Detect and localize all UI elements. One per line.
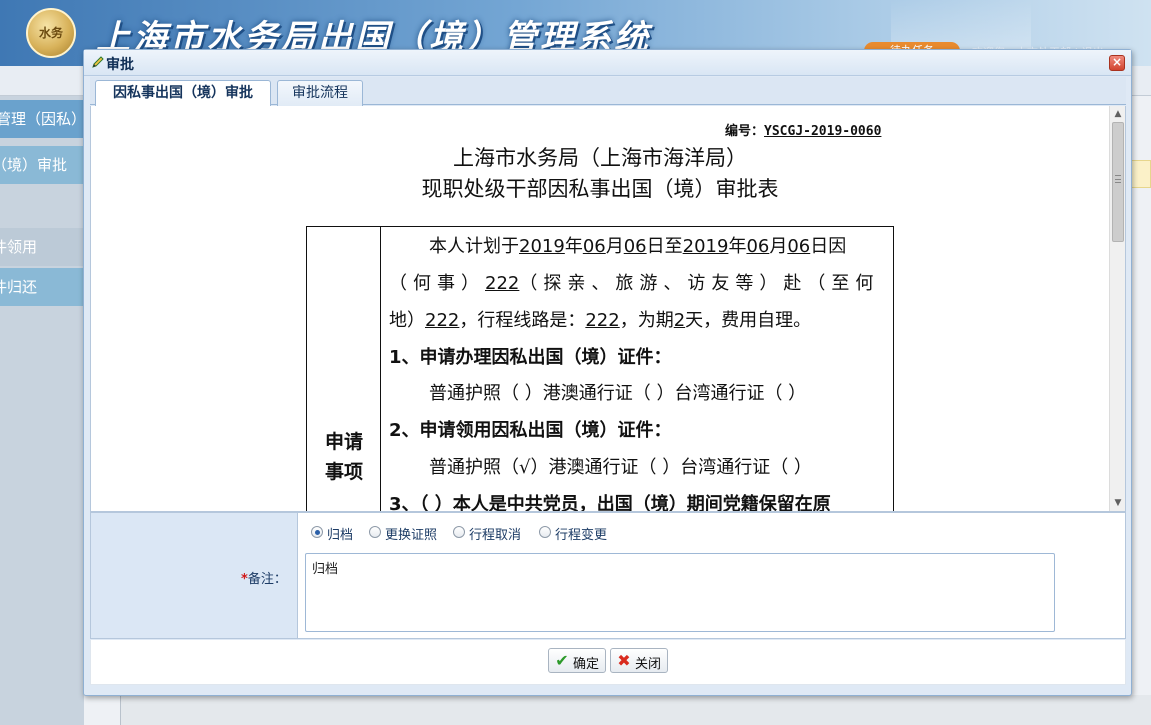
scroll-thumb[interactable] <box>1112 122 1124 242</box>
radio-trip-change[interactable]: 行程变更 <box>539 523 617 543</box>
radio-replace-certificate[interactable]: 更换证照 <box>369 523 447 543</box>
section-3-title: 3、（ ）本人是中共党员，出国（境）期间党籍保留在原 <box>389 494 831 512</box>
section-2-options: 普通护照（√）港澳通行证（ ）台湾通行证（ ） <box>429 457 812 478</box>
radio-label: 归档 <box>327 528 354 543</box>
text-fragment: 地） <box>389 310 425 331</box>
remark-label-text: 备注： <box>247 572 287 587</box>
close-button[interactable]: ✖ 关闭 <box>610 648 668 673</box>
text-fragment: ，行程线路是： <box>459 310 586 331</box>
document-title-org: 上海市水务局（上海市海洋局） <box>453 146 747 170</box>
sidebar-item-label: 件领用 <box>0 238 38 256</box>
text-fragment: 天，费用自理。 <box>685 310 812 331</box>
sidebar-item-certificate-return[interactable]: 件归还 <box>0 268 84 306</box>
radio-unchecked-icon[interactable] <box>453 526 465 538</box>
document-number-label: 编号： <box>725 124 765 139</box>
document-title-form: 现职处级干部因私事出国（境）审批表 <box>421 177 779 201</box>
remark-label: *备注： <box>241 568 287 587</box>
app-logo: 水务 <box>26 8 76 58</box>
application-table: 申请事项 本人计划于2019年06月06日至2019年06月06日因 （何事）2… <box>306 226 894 512</box>
radio-unchecked-icon[interactable] <box>539 526 551 538</box>
checkmark-icon: ✔ <box>555 651 569 670</box>
sidebar-item-approval[interactable]: （境）审批 <box>0 146 84 184</box>
close-button-label: 关闭 <box>635 657 662 672</box>
sidebar-item-label: 管理（因私） <box>0 110 84 128</box>
row-label-application-items: 申请事项 <box>324 431 363 483</box>
end-day: 06 <box>787 236 811 257</box>
trip-route: 222 <box>585 310 620 331</box>
section-2-title: 2、申请领用因私出国（境）证件： <box>389 420 672 441</box>
text-fragment: 年 <box>728 236 747 257</box>
start-year: 2019 <box>519 236 565 257</box>
tab-bar: 因私事出国（境）审批 审批流程 <box>90 77 1126 107</box>
dialog-title: 审批 <box>106 57 134 73</box>
sidebar-item-label: 件归还 <box>0 278 38 296</box>
start-month: 06 <box>582 236 606 257</box>
tab-approval-flow[interactable]: 审批流程 <box>277 80 363 106</box>
main-bottom-edge <box>120 695 1151 725</box>
trip-destination: 222 <box>425 310 460 331</box>
tab-private-approval[interactable]: 因私事出国（境）审批 <box>95 80 271 107</box>
close-icon[interactable]: × <box>1109 55 1125 71</box>
confirm-button[interactable]: ✔ 确定 <box>548 648 606 673</box>
end-month: 06 <box>746 236 770 257</box>
text-fragment: 月 <box>769 236 788 257</box>
text-fragment: 日至 <box>646 236 683 257</box>
text-fragment: ，为期 <box>619 310 674 331</box>
text-fragment: 月 <box>605 236 624 257</box>
confirm-button-label: 确定 <box>573 657 600 672</box>
text-fragment: （探亲、旅游、访友等）赴（至何 <box>519 273 880 294</box>
main-highlight-row <box>1131 160 1151 188</box>
approval-dialog: 审批 × 因私事出国（境）审批 审批流程 编号：YSCGJ-2019-0060 … <box>83 49 1132 696</box>
radio-unchecked-icon[interactable] <box>369 526 381 538</box>
end-year: 2019 <box>682 236 729 257</box>
radio-label: 行程取消 <box>469 528 522 543</box>
scroll-down-arrow-icon[interactable]: ▼ <box>1110 495 1125 511</box>
approval-document[interactable]: 编号：YSCGJ-2019-0060 上海市水务局（上海市海洋局） 现职处级干部… <box>90 106 1126 512</box>
approval-form: *备注： 归档 更换证照 行程取消 行程变更 归档 <box>90 512 1126 639</box>
start-day: 06 <box>623 236 647 257</box>
required-marker: * <box>241 572 248 587</box>
table-label-cell: 申请事项 <box>307 227 381 511</box>
scroll-grip-icon <box>1115 175 1121 183</box>
radio-trip-cancel[interactable]: 行程取消 <box>453 523 531 543</box>
trip-dates-line: 本人计划于2019年06月06日至2019年06月06日因 <box>429 228 846 265</box>
document-scrollbar[interactable]: ▲ ▼ <box>1109 106 1125 511</box>
dialog-titlebar[interactable]: 审批 × <box>84 50 1131 76</box>
remark-label-cell: *备注： <box>91 513 298 638</box>
trip-reason-line: （何事）222（探亲、旅游、访友等）赴（至何 <box>389 265 879 302</box>
trip-reason: 222 <box>485 273 520 294</box>
radio-archive[interactable]: 归档 <box>311 523 363 543</box>
trip-days: 2 <box>673 310 686 331</box>
text-fragment: 年 <box>564 236 583 257</box>
scroll-up-arrow-icon[interactable]: ▲ <box>1110 106 1125 122</box>
radio-checked-icon[interactable] <box>311 526 323 538</box>
section-1-options: 普通护照（ ）港澳通行证（ ）台湾通行证（ ） <box>429 383 807 404</box>
edit-pencil-icon <box>92 56 104 68</box>
dialog-footer: ✔ 确定 ✖ 关闭 <box>90 640 1126 685</box>
app-sidebar: 管理（因私） （境）审批 件领用 件归还 <box>0 96 84 725</box>
remark-input[interactable]: 归档 <box>305 553 1055 632</box>
sidebar-item-private-management[interactable]: 管理（因私） <box>0 100 84 138</box>
trip-route-line: 地）222，行程线路是：222，为期2天，费用自理。 <box>389 302 811 339</box>
radio-label: 更换证照 <box>385 528 438 543</box>
text-fragment: 日因 <box>810 236 847 257</box>
text-fragment: （何事） <box>389 273 485 294</box>
document-number: 编号：YSCGJ-2019-0060 <box>725 120 881 139</box>
close-x-icon: ✖ <box>617 651 631 670</box>
document-number-value: YSCGJ-2019-0060 <box>764 124 882 139</box>
sidebar-item-certificate-use[interactable]: 件领用 <box>0 228 84 266</box>
text-fragment: 本人计划于 <box>429 236 519 257</box>
radio-label: 行程变更 <box>555 528 608 543</box>
section-1-title: 1、申请办理因私出国（境）证件： <box>389 347 672 368</box>
sidebar-item-label: （境）审批 <box>0 156 68 174</box>
